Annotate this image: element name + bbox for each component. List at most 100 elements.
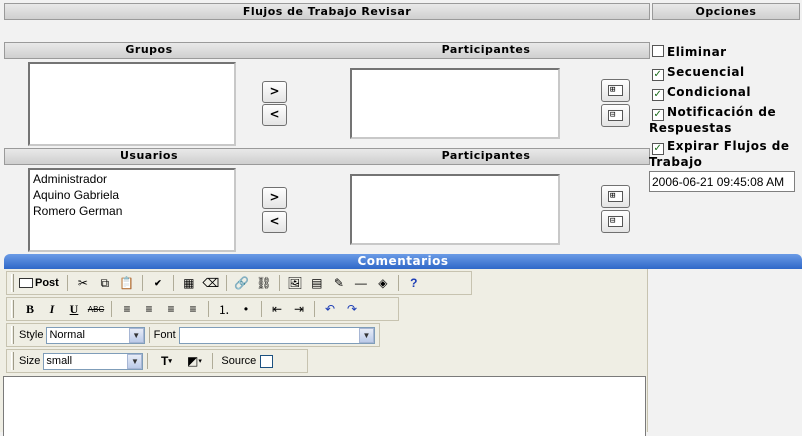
group-participants-listbox[interactable] (350, 68, 560, 139)
page-title: Flujos de Trabajo Revisar (242, 5, 412, 18)
text-color-icon[interactable]: T ▾ (152, 351, 180, 371)
post-icon (19, 278, 33, 288)
post-button[interactable]: Post (19, 277, 59, 289)
minus-box-icon: ⊟ (608, 110, 623, 121)
indent-icon[interactable]: ⇥ (288, 299, 310, 319)
unlink-icon[interactable]: ⛓ (253, 273, 275, 293)
style-value: Normal (49, 329, 85, 341)
collapse-group-participants-button[interactable]: ⊟ (601, 104, 630, 127)
underline-button[interactable]: U (63, 299, 85, 319)
option-expirar[interactable]: ✓ Expirar Flujos de Trabajo (649, 139, 799, 170)
bullet-list-icon[interactable]: • (235, 299, 257, 319)
numbered-list-icon[interactable]: ⒈ (213, 299, 235, 319)
option-condicional[interactable]: ✓ Condicional (652, 85, 751, 101)
expand-user-participants-button[interactable]: ⊞ (601, 185, 630, 208)
chevron-right-icon: > (269, 84, 280, 98)
size-label: Size (19, 355, 41, 367)
condicional-checkbox[interactable]: ✓ (652, 89, 664, 101)
background-color-icon[interactable]: ◩ ▾ (180, 351, 208, 371)
align-center-icon[interactable]: ≡ (138, 299, 160, 319)
users-listbox[interactable]: Administrador Aquino Gabriela Romero Ger… (28, 168, 236, 252)
groups-participants-label: Participantes (441, 43, 531, 56)
italic-button[interactable]: I (41, 299, 63, 319)
comment-editor-body[interactable] (3, 376, 646, 436)
cut-icon[interactable]: ✂ (72, 273, 94, 293)
options-header: Opciones (652, 3, 800, 20)
source-checkbox[interactable] (260, 354, 274, 368)
groups-listbox[interactable] (28, 62, 236, 146)
style-label: Style (18, 329, 44, 341)
condicional-label: Condicional (667, 85, 752, 99)
users-participants-label: Participantes (441, 149, 531, 162)
toolbar-row-1: Post ✂ ⧉ 📋 ✔ ▦ ⌫ 🔗 ⛓ 🖼 ▤ ✎ — ◈ ? (6, 271, 472, 295)
plus-box-icon: ⊞ (608, 191, 623, 202)
size-select[interactable]: small ▼ (43, 352, 144, 370)
add-group-button[interactable]: > (262, 81, 287, 103)
outdent-icon[interactable]: ⇤ (266, 299, 288, 319)
expirar-checkbox[interactable]: ✓ (652, 143, 664, 155)
align-justify-icon[interactable]: ≡ (182, 299, 204, 319)
chevron-down-icon: ▼ (128, 327, 144, 343)
size-value: small (46, 355, 73, 367)
chevron-down-icon: ▼ (127, 353, 143, 369)
chevron-down-icon: ▼ (359, 327, 374, 343)
expire-date-input[interactable] (649, 171, 795, 192)
font-label: Font (153, 329, 176, 341)
remove-user-button[interactable]: < (262, 211, 287, 233)
chevron-right-icon: > (269, 190, 280, 204)
post-label: Post (35, 277, 59, 289)
undo-icon[interactable]: ↶ (319, 299, 341, 319)
font-select[interactable]: ▼ (178, 326, 375, 344)
eraser-icon[interactable]: ⌫ (200, 273, 222, 293)
eliminar-label: Eliminar (667, 45, 727, 59)
style-select[interactable]: Normal ▼ (46, 326, 145, 344)
user-item[interactable]: Aquino Gabriela (33, 187, 231, 203)
user-item[interactable]: Romero German (33, 203, 231, 219)
expand-group-participants-button[interactable]: ⊞ (601, 79, 630, 102)
header-bar: Flujos de Trabajo Revisar (4, 3, 650, 20)
option-eliminar[interactable]: Eliminar (652, 45, 727, 60)
align-right-icon[interactable]: ≡ (160, 299, 182, 319)
plus-box-icon: ⊞ (608, 85, 623, 96)
image-icon[interactable]: 🖼 (284, 273, 306, 293)
help-icon[interactable]: ? (403, 273, 425, 293)
add-user-button[interactable]: > (262, 187, 287, 209)
option-secuencial[interactable]: ✓ Secuencial (652, 65, 745, 81)
users-label: Usuarios (119, 149, 179, 162)
table-icon[interactable]: ▦ (178, 273, 200, 293)
form-icon[interactable]: ▤ (306, 273, 328, 293)
user-participants-listbox[interactable] (350, 174, 560, 245)
minus-box-icon: ⊟ (608, 216, 623, 227)
link-icon[interactable]: 🔗 (231, 273, 253, 293)
bold-button[interactable]: B (19, 299, 41, 319)
chevron-left-icon: < (269, 214, 280, 228)
spellcheck-icon[interactable]: ✔ (147, 273, 169, 293)
expirar-label: Expirar Flujos de Trabajo (649, 139, 790, 169)
secuencial-label: Secuencial (667, 65, 745, 79)
option-notificacion[interactable]: ✓ Notificación de Respuestas (649, 105, 799, 136)
options-title: Opciones (695, 5, 757, 18)
collapse-user-participants-button[interactable]: ⊟ (601, 210, 630, 233)
toolbar-row-4: Size small ▼ T ▾ ◩ ▾ Source (6, 349, 308, 373)
edit-icon[interactable]: ✎ (328, 273, 350, 293)
source-label: Source (221, 355, 257, 367)
strikethrough-button[interactable]: ABC (85, 299, 107, 319)
comments-title: Comentarios (357, 254, 449, 268)
notificacion-label: Notificación de Respuestas (649, 105, 777, 135)
remove-group-button[interactable]: < (262, 104, 287, 126)
horizontal-rule-icon[interactable]: — (350, 273, 372, 293)
comments-header: Comentarios (4, 254, 802, 269)
redo-icon[interactable]: ↷ (341, 299, 363, 319)
toolbar-row-2: B I U ABC ≡ ≡ ≡ ≡ ⒈ • ⇤ ⇥ ↶ ↷ (6, 297, 399, 321)
notificacion-checkbox[interactable]: ✓ (652, 109, 664, 121)
secuencial-checkbox[interactable]: ✓ (652, 69, 664, 81)
paste-icon[interactable]: 📋 (116, 273, 138, 293)
groups-label: Grupos (125, 43, 173, 56)
eliminar-checkbox[interactable] (652, 45, 664, 57)
toolbar-row-3: Style Normal ▼ Font ▼ (6, 323, 380, 347)
special-char-icon[interactable]: ◈ (372, 273, 394, 293)
align-left-icon[interactable]: ≡ (116, 299, 138, 319)
chevron-left-icon: < (269, 107, 280, 121)
copy-icon[interactable]: ⧉ (94, 273, 116, 293)
user-item[interactable]: Administrador (33, 171, 231, 187)
